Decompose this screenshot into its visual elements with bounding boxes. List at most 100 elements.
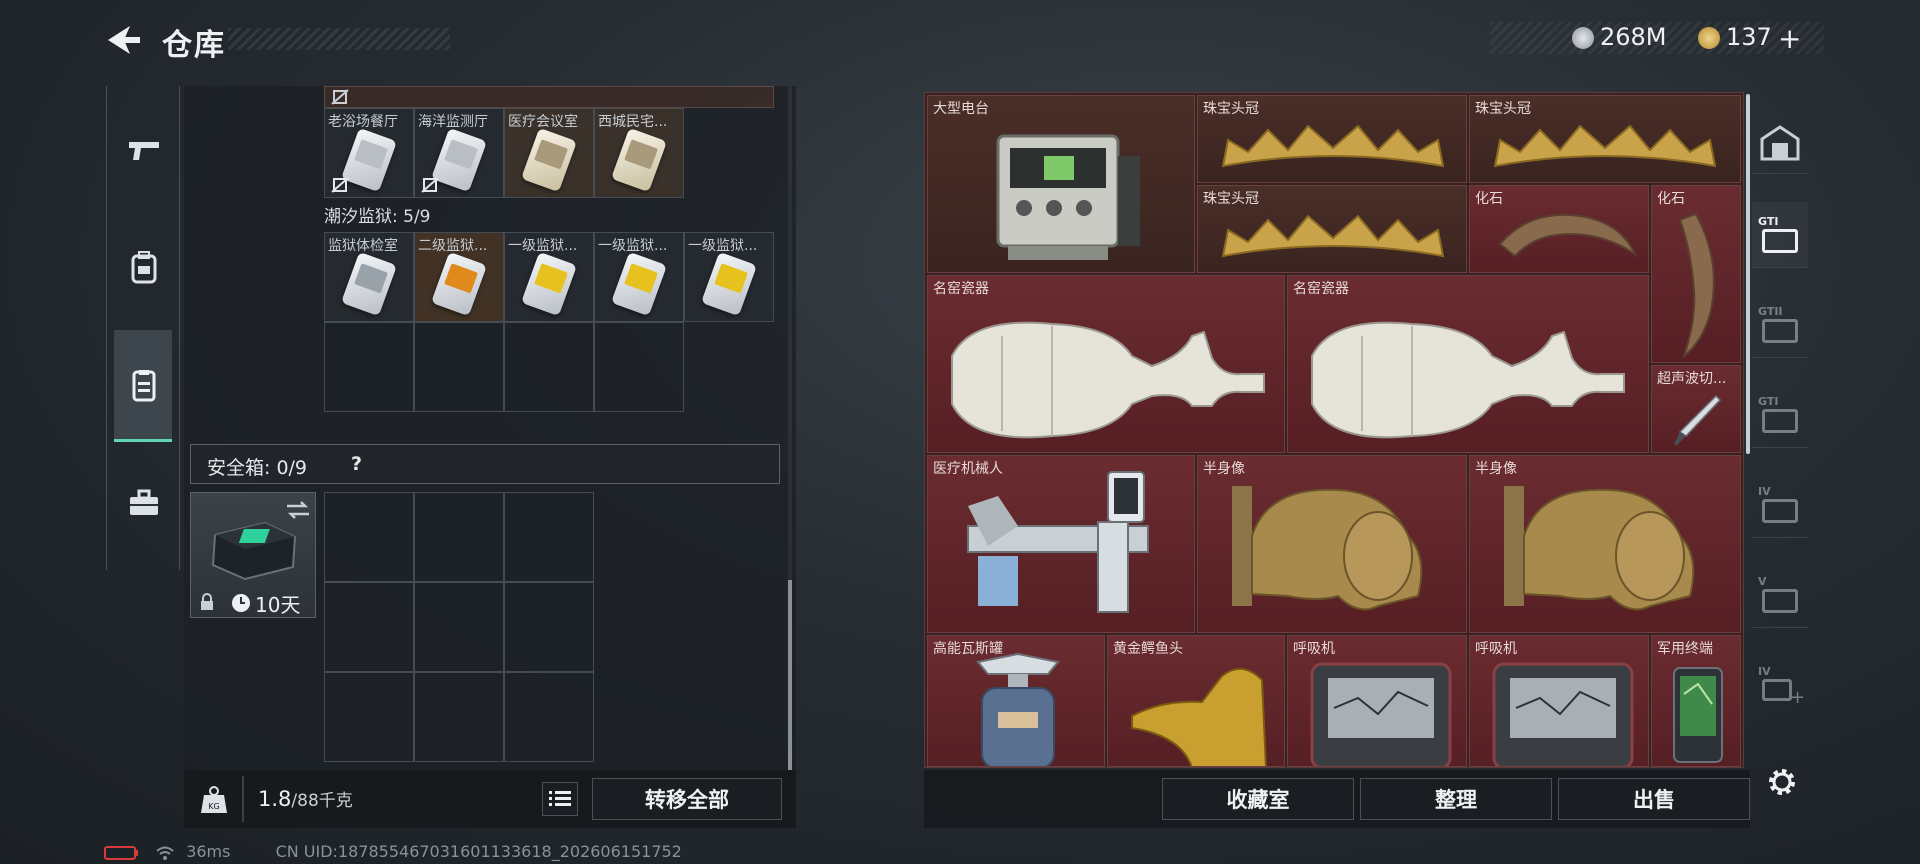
empty-slot[interactable] [504,322,594,412]
sell-button[interactable]: 出售 [1558,778,1750,820]
item-ventilator[interactable]: 呼吸机 [1469,635,1649,767]
keycard-slot[interactable]: 一级监狱... [594,232,684,322]
item-porcelain[interactable]: 名窑瓷器 [1287,275,1649,453]
add-currency-button[interactable]: + [1778,22,1801,55]
safebox-slot[interactable] [414,582,504,672]
warehouse-scrollbar[interactable] [1746,94,1750,454]
divider [242,776,244,822]
warehouse-tab-5[interactable]: V [1752,562,1808,628]
empty-slot[interactable] [414,322,504,412]
keycard-row-prison: 监狱体检室 二级监狱... 一级监狱... 一级监狱... 一级监狱... [324,232,774,322]
safebox-slot[interactable] [324,582,414,672]
empty-slot[interactable] [594,322,684,412]
item-label: 珠宝头冠 [1475,101,1531,117]
safebox-slot[interactable] [324,672,414,762]
terminal-icon [1673,667,1723,763]
vest-icon [132,370,156,402]
nav-toolbox[interactable] [117,476,171,530]
item-ultrasonic-cutter[interactable]: 超声波切... [1651,365,1741,453]
sort-button[interactable]: 整理 [1360,778,1552,820]
keycard-slot[interactable]: 医疗会议室 [504,108,594,198]
keycard-slot[interactable]: 二级监狱... [414,232,504,322]
safebox-case-icon [211,521,297,581]
storage-tab-icon: GTII [1758,305,1802,345]
item-medical-robot[interactable]: 医疗机械人 [927,455,1195,633]
warehouse-tab-all[interactable] [1752,112,1808,174]
safebox-slot[interactable] [504,582,594,672]
no-drop-icon [331,177,349,193]
item-porcelain[interactable]: 名窑瓷器 [927,275,1285,453]
warehouse-tab-2[interactable]: GTII [1752,292,1808,358]
item-fossil[interactable]: 化石 [1651,185,1741,363]
item-crown[interactable]: 珠宝头冠 [1197,185,1467,273]
keycard-label: 医疗会议室 [508,114,578,130]
no-drop-icon [331,89,349,105]
nav-vest[interactable] [117,358,171,412]
item-bust[interactable]: 半身像 [1197,455,1467,633]
warehouse-tab-nav: GTI GTII GTI IV V IV + [1752,92,1808,768]
item-label: 化石 [1657,191,1685,207]
safebox-header: 安全箱: 0/9 ? [190,444,780,484]
keycard-label: 老浴场餐厅 [328,114,398,130]
keycard-slot[interactable]: 西城民宅... [594,108,684,198]
no-drop-icon [421,177,439,193]
safebox-grid-row [324,672,594,762]
keycard-slot[interactable]: 一级监狱... [684,232,774,322]
scrolled-row-partial [324,86,774,108]
tab-label: IV [1758,665,1771,678]
list-view-button[interactable] [542,782,578,816]
safebox-slot[interactable] [414,492,504,582]
warehouse-tab-4[interactable]: IV [1752,472,1808,538]
warehouse-tab-add[interactable]: IV + [1752,652,1808,718]
warehouse-bottom-bar: 收藏室 整理 出售 [924,770,1750,828]
claw-icon [1498,213,1638,258]
storage-tab-icon: GTI [1758,215,1802,255]
back-button[interactable] [104,22,144,58]
safebox-slot[interactable] [504,492,594,582]
item-label: 珠宝头冠 [1203,191,1259,207]
nav-weapon[interactable] [117,124,171,178]
safebox-slot[interactable] [504,672,594,762]
safebox-slot[interactable] [324,492,414,582]
keycard-slot[interactable]: 老浴场餐厅 [324,108,414,198]
item-label: 名窑瓷器 [1293,281,1349,297]
keycard-slot[interactable]: 一级监狱... [504,232,594,322]
left-scrollbar-thumb[interactable] [788,580,792,770]
storage-tab-icon: IV [1758,485,1802,525]
status-bar: 36ms CN UID:187855467031601133618_202606… [104,842,682,861]
item-radio[interactable]: 大型电台 [927,95,1195,273]
nav-backpack[interactable] [117,240,171,294]
warehouse-grid: 大型电台 珠宝头冠 珠宝头冠 珠宝头冠 化石 化石 名窑瓷器 名窑瓷器 超声波切… [924,92,1744,768]
item-label: 军用终端 [1657,641,1713,657]
transfer-all-button[interactable]: 转移全部 [592,778,782,820]
empty-slot[interactable] [324,322,414,412]
item-crown[interactable]: 珠宝头冠 [1469,95,1741,183]
tab-label: GTI [1758,214,1779,228]
item-bust[interactable]: 半身像 [1469,455,1741,633]
item-crown[interactable]: 珠宝头冠 [1197,95,1467,183]
item-gas-canister[interactable]: 高能瓦斯罐 [927,635,1105,767]
keycard-slot[interactable]: 监狱体检室 [324,232,414,322]
collection-room-button[interactable]: 收藏室 [1162,778,1354,820]
help-icon[interactable]: ? [351,453,362,475]
gold-coin-icon [1698,27,1720,49]
storage-tab-icon: GTI [1758,395,1802,435]
warehouse-tab-3[interactable]: GTI [1752,382,1808,448]
ventilator-icon [1492,662,1634,766]
weight-current: 1.8 [258,787,292,811]
keycard-slot[interactable]: 海洋监测厅 [414,108,504,198]
tab-label: IV [1758,484,1771,498]
top-header: 仓库 268M 137 + [0,0,1920,80]
keycard-label: 一级监狱... [598,238,668,254]
gas-canister-icon [976,652,1060,766]
safebox-slot[interactable] [414,672,504,762]
item-ventilator[interactable]: 呼吸机 [1287,635,1467,767]
item-military-terminal[interactable]: 军用终端 [1651,635,1741,767]
safebox-item[interactable]: 10天 [190,492,316,618]
settings-button[interactable] [1762,762,1802,802]
warehouse-icon [1760,124,1800,160]
item-golden-croc[interactable]: 黄金鳄鱼头 [1107,635,1285,767]
item-fossil[interactable]: 化石 [1469,185,1649,273]
list-icon [549,791,571,806]
warehouse-tab-1[interactable]: GTI [1752,202,1808,268]
